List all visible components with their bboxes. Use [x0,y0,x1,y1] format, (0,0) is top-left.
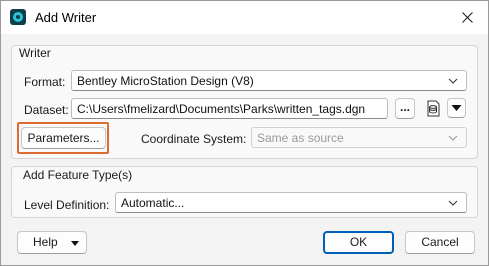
database-file-button[interactable] [421,97,443,119]
browse-button[interactable]: ... [395,98,415,119]
ok-label: OK [349,235,368,249]
chevron-down-icon [448,135,458,141]
triangle-down-icon [451,105,462,111]
close-button[interactable] [448,1,488,34]
feature-types-group-label: Add Feature Type(s) [23,168,133,182]
format-select[interactable]: Bentley MicroStation Design (V8) [71,70,467,91]
parameters-highlight [17,122,109,154]
format-label: Format: [24,75,66,89]
cancel-button[interactable]: Cancel [405,231,475,254]
browse-label: ... [399,100,410,114]
ok-button[interactable]: OK [323,231,394,254]
level-definition-value: Automatic... [121,196,185,210]
help-button[interactable]: Help [17,231,87,254]
cancel-label: Cancel [421,235,459,249]
dataset-label: Dataset: [24,103,69,117]
fme-app-icon [10,9,26,25]
close-icon [462,12,473,23]
writer-group-label: Writer [19,46,51,60]
level-definition-select[interactable]: Automatic... [115,192,467,213]
dataset-menu-button[interactable] [447,98,466,118]
coordinate-system-label: Coordinate System: [141,132,247,146]
help-label: Help [33,235,58,249]
chevron-down-icon [448,78,458,84]
title-bar: Add Writer [1,1,488,34]
format-value: Bentley MicroStation Design (V8) [77,74,254,88]
window-title: Add Writer [35,10,97,25]
level-definition-label: Level Definition: [24,198,110,212]
database-file-icon [427,100,440,117]
dataset-value: C:\Users\fmelizard\Documents\Parks\writt… [77,102,366,116]
triangle-down-icon [71,241,79,246]
chevron-down-icon [448,200,458,206]
coordinate-system-value: Same as source [257,131,344,145]
coordinate-system-select[interactable]: Same as source [251,127,467,148]
dataset-input[interactable]: C:\Users\fmelizard\Documents\Parks\writt… [71,98,388,119]
add-writer-dialog: Add Writer Writer Format: Bentley MicroS… [0,0,489,266]
